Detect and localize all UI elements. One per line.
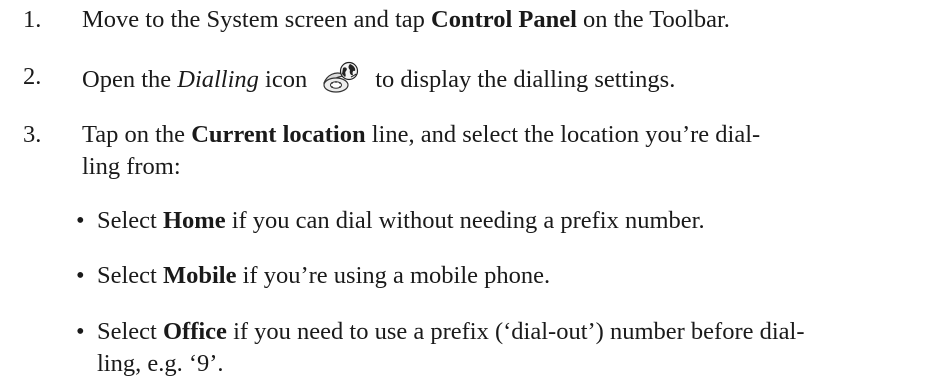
current-location-term: Current location (191, 121, 366, 148)
step-text-pre: Tap on the (82, 121, 192, 148)
step-text-mid: icon (258, 66, 308, 93)
bullet-text-post: if you’re using a mobile phone. (236, 262, 551, 289)
step-number: 3. (23, 121, 42, 148)
step-text-pre: Move to the System screen and tap (82, 6, 432, 33)
dialling-term: Dialling (177, 66, 259, 93)
bullet-text-pre: Select (97, 318, 163, 345)
bullet-text-continuation: ling, e.g. ‘9’. (97, 350, 224, 377)
step-text-pre: Open the (82, 66, 178, 93)
step-text-continuation: ling from: (82, 153, 181, 180)
bullet-text-pre: Select (97, 262, 163, 289)
step-text: Open the Dialling icon to display the di… (82, 61, 902, 96)
mobile-term: Mobile (163, 262, 237, 289)
bullet-dot: • (76, 262, 85, 289)
bullet-text-post: if you need to use a prefix (‘dial-out’)… (226, 318, 805, 345)
step-text-post: line, and select the location you’re dia… (365, 121, 761, 148)
instruction-document: 1. Move to the System screen and tap Con… (0, 0, 925, 383)
bullet-text-post: if you can dial without needing a prefix… (225, 207, 705, 234)
bullet-text: Select Mobile if you’re using a mobile p… (97, 260, 897, 292)
bullet-dot: • (76, 207, 85, 234)
home-term: Home (163, 207, 226, 234)
step-number: 2. (23, 63, 42, 90)
step-number: 1. (23, 6, 42, 33)
bullet-text: Select Home if you can dial without need… (97, 205, 897, 237)
control-panel-term: Control Panel (431, 6, 577, 33)
bullet-dot: • (76, 318, 85, 345)
step-text: Move to the System screen and tap Contro… (82, 4, 902, 36)
bullet-text: Select Office if you need to use a prefi… (97, 316, 897, 380)
step-text: Tap on the Current location line, and se… (82, 119, 902, 183)
dialling-icon (321, 61, 361, 95)
office-term: Office (163, 318, 227, 345)
step-text-post: on the Toolbar. (576, 6, 730, 33)
bullet-text-pre: Select (97, 207, 163, 234)
step-text-post: to display the dialling settings. (375, 66, 676, 93)
